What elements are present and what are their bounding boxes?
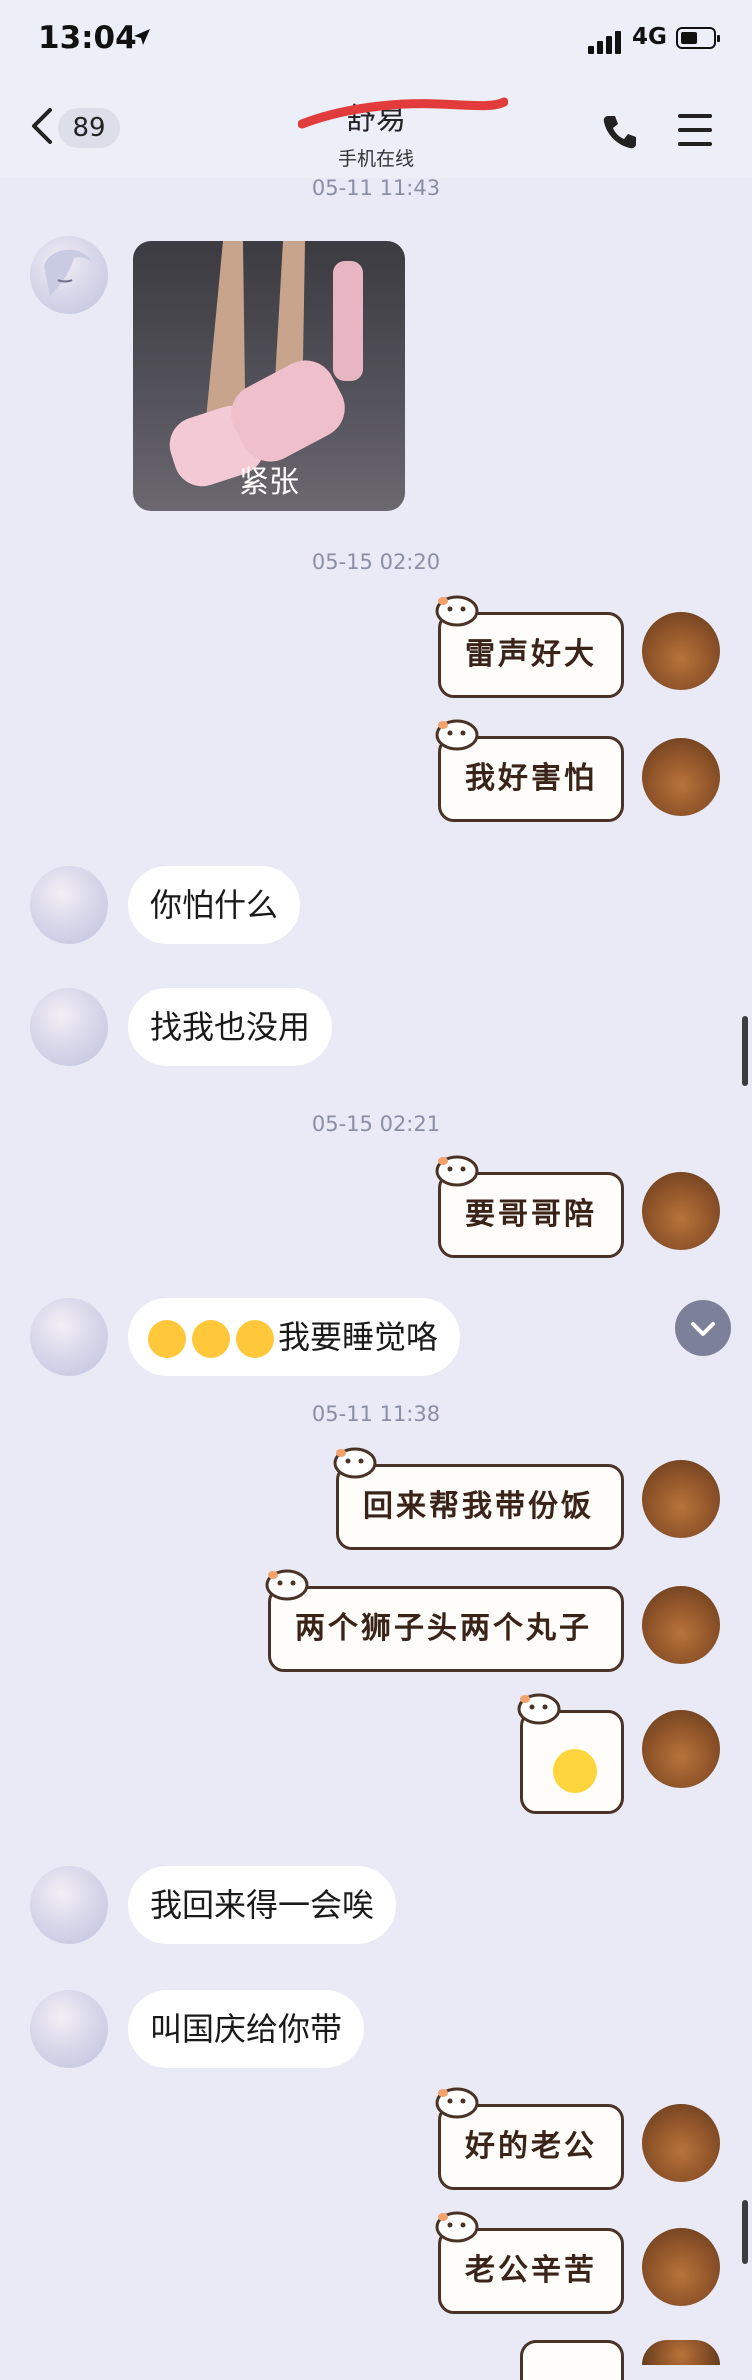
my-avatar[interactable] bbox=[642, 1586, 720, 1664]
redaction-scribble bbox=[298, 97, 508, 129]
phone-icon[interactable] bbox=[600, 112, 640, 152]
message-bubble[interactable]: 你怕什么 bbox=[128, 866, 301, 944]
battery-icon bbox=[676, 27, 720, 49]
sticker-text: 雷声好大 bbox=[465, 637, 597, 672]
contact-avatar[interactable] bbox=[30, 866, 108, 944]
hamster-icon bbox=[435, 719, 479, 751]
timestamp: 05-11 11:38 bbox=[311, 1402, 441, 1426]
message-bubble[interactable]: 找我也没用 bbox=[128, 988, 333, 1066]
my-avatar[interactable] bbox=[642, 1172, 720, 1250]
sticker-text: 两个狮子头两个丸子 bbox=[295, 1611, 592, 1646]
my-avatar[interactable] bbox=[642, 612, 720, 690]
sticker-message[interactable]: 回来帮我带份饭 bbox=[333, 1447, 624, 1550]
hamster-icon bbox=[517, 1693, 561, 1725]
network-type: 4G bbox=[632, 24, 667, 50]
scrollbar[interactable] bbox=[742, 2200, 748, 2264]
contact-avatar[interactable] bbox=[30, 1298, 108, 1376]
sticker-text: 回来帮我带份饭 bbox=[363, 1489, 594, 1524]
message-bubble[interactable]: 我要睡觉咯 bbox=[128, 1298, 461, 1376]
my-avatar[interactable] bbox=[642, 2340, 720, 2365]
sticker-message[interactable] bbox=[517, 1693, 624, 1814]
sticker-message[interactable]: 要哥哥陪 bbox=[435, 1155, 624, 1258]
status-time: 13:04 bbox=[38, 20, 137, 56]
my-avatar[interactable] bbox=[642, 1710, 720, 1788]
status-bar: 13:04 4G bbox=[0, 0, 752, 86]
sticker-message[interactable]: 雷声好大 bbox=[435, 595, 624, 698]
chat-header: 89 舒易 手机在线 bbox=[0, 86, 752, 178]
sticker-message[interactable]: 老公辛苦 bbox=[435, 2211, 624, 2314]
contact-avatar[interactable] bbox=[30, 1866, 108, 1944]
scroll-down-chevron-icon[interactable] bbox=[675, 1300, 731, 1356]
message-text: 我要睡觉咯 bbox=[278, 1318, 439, 1356]
hamster-icon bbox=[435, 2087, 479, 2119]
timestamp: 05-15 02:21 bbox=[311, 1112, 441, 1136]
smiley-emoji-icon bbox=[236, 1320, 274, 1358]
hamster-icon bbox=[435, 595, 479, 627]
photo-message[interactable]: 紧张 bbox=[133, 241, 405, 511]
sticker-text: 好的老公 bbox=[465, 2129, 597, 2164]
sticker-message[interactable]: 我好害怕 bbox=[435, 719, 624, 822]
my-avatar[interactable] bbox=[642, 2104, 720, 2182]
contact-avatar[interactable] bbox=[30, 236, 108, 314]
my-avatar[interactable] bbox=[642, 2228, 720, 2306]
my-avatar[interactable] bbox=[642, 1460, 720, 1538]
smiley-emoji-icon bbox=[192, 1320, 230, 1358]
scrollbar[interactable] bbox=[742, 1016, 748, 1086]
sticker-message[interactable]: 两个狮子头两个丸子 bbox=[265, 1569, 624, 1672]
contact-avatar[interactable] bbox=[30, 988, 108, 1066]
hamster-icon bbox=[333, 1447, 377, 1479]
sticker-text: 我好害怕 bbox=[465, 761, 597, 796]
hamster-icon bbox=[435, 2211, 479, 2243]
sticker-message[interactable]: 好的老公 bbox=[435, 2087, 624, 2190]
sticker-text: 老公辛苦 bbox=[465, 2253, 597, 2288]
message-bubble[interactable]: 叫国庆给你带 bbox=[128, 1990, 365, 2068]
photo-caption: 紧张 bbox=[239, 465, 299, 500]
shy-emoji-icon bbox=[553, 1749, 597, 1793]
hamster-icon bbox=[435, 1155, 479, 1187]
sticker-message[interactable] bbox=[520, 2340, 624, 2380]
signal-bars-icon bbox=[588, 30, 624, 54]
hamster-icon bbox=[265, 1569, 309, 1601]
timestamp: 05-11 11:43 bbox=[311, 176, 441, 200]
hamburger-menu-icon[interactable] bbox=[676, 112, 716, 148]
sticker-text: 要哥哥陪 bbox=[465, 1197, 597, 1232]
timestamp: 05-15 02:20 bbox=[311, 550, 441, 574]
location-arrow-icon bbox=[132, 27, 152, 52]
contact-avatar[interactable] bbox=[30, 1990, 108, 2068]
smiley-emoji-icon bbox=[148, 1320, 186, 1358]
message-bubble[interactable]: 我回来得一会唉 bbox=[128, 1866, 397, 1944]
my-avatar[interactable] bbox=[642, 738, 720, 816]
